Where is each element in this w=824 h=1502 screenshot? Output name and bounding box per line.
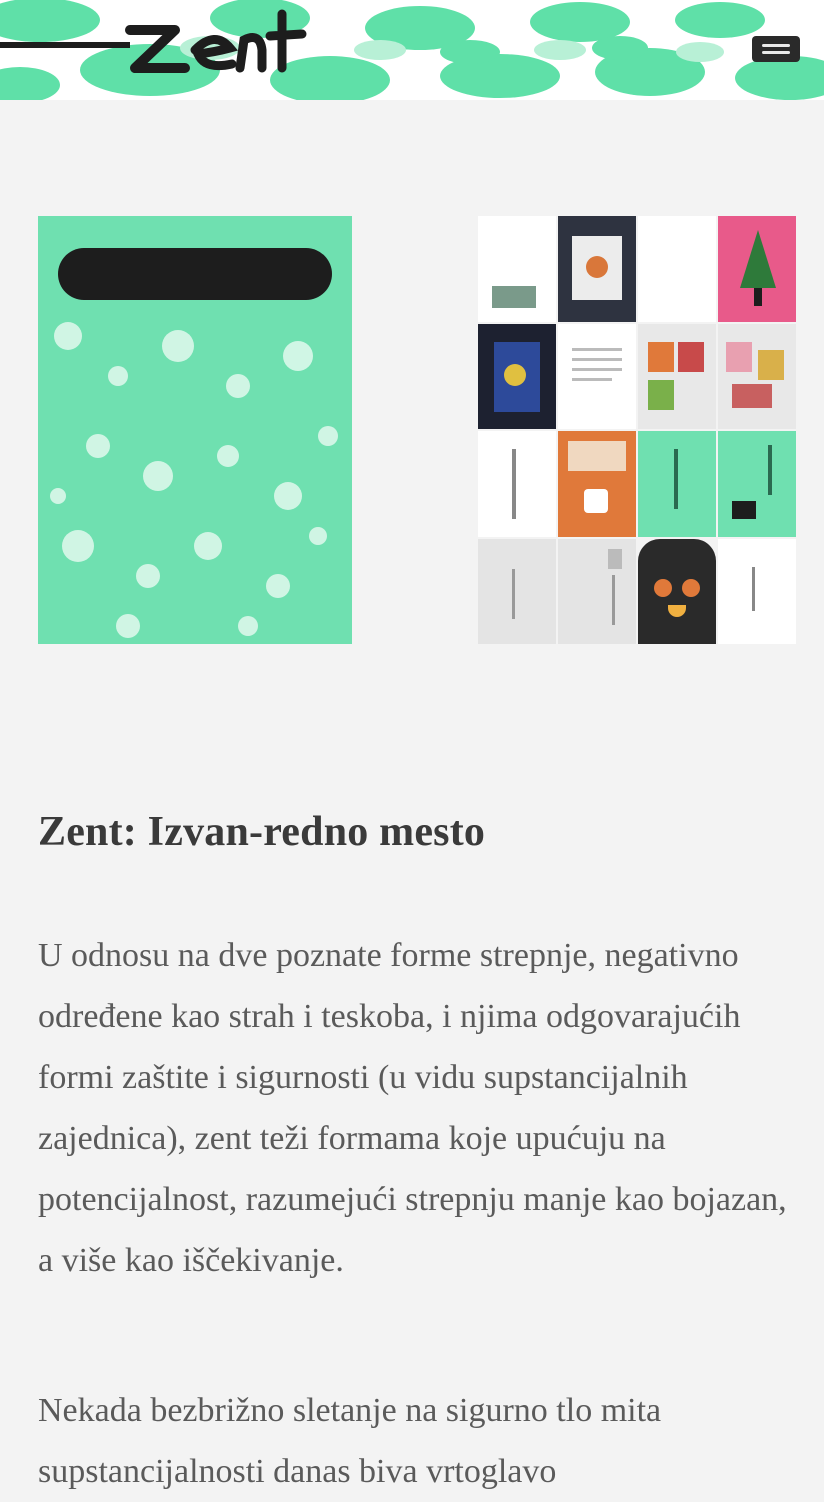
- collage-tile: [718, 431, 796, 537]
- zent-logo[interactable]: [0, 0, 320, 80]
- collage-tile: [558, 431, 636, 537]
- menu-line: [762, 51, 790, 54]
- collage-tile: [638, 216, 716, 322]
- collage-tile: [478, 538, 556, 644]
- collage-tile: [478, 431, 556, 537]
- collage-tile: [638, 431, 716, 537]
- collage-tile: [718, 538, 796, 644]
- article-title: Zent: Izvan-redno mesto: [38, 809, 486, 855]
- collage-tile: [558, 216, 636, 322]
- book-pages-collage-image[interactable]: [478, 216, 796, 644]
- collage-tile: [478, 323, 556, 429]
- article-paragraph: Nekada bezbrižno sletanje na sigurno tlo…: [38, 1392, 662, 1490]
- collage-tile: [558, 323, 636, 429]
- collage-tile: [718, 323, 796, 429]
- collage-tile: [638, 323, 716, 429]
- menu-line: [762, 44, 790, 47]
- site-header: [0, 0, 824, 100]
- collage-tile: [718, 216, 796, 322]
- article-paragraph: U odnosu na dve poznate forme strepnje, …: [38, 937, 787, 1279]
- cover-title-brushstroke: [58, 248, 332, 300]
- hamburger-menu-icon[interactable]: [752, 36, 800, 62]
- book-cover-image[interactable]: [38, 216, 352, 644]
- collage-tile: [478, 216, 556, 322]
- collage-tile: [558, 538, 636, 644]
- collage-tile: [638, 538, 716, 644]
